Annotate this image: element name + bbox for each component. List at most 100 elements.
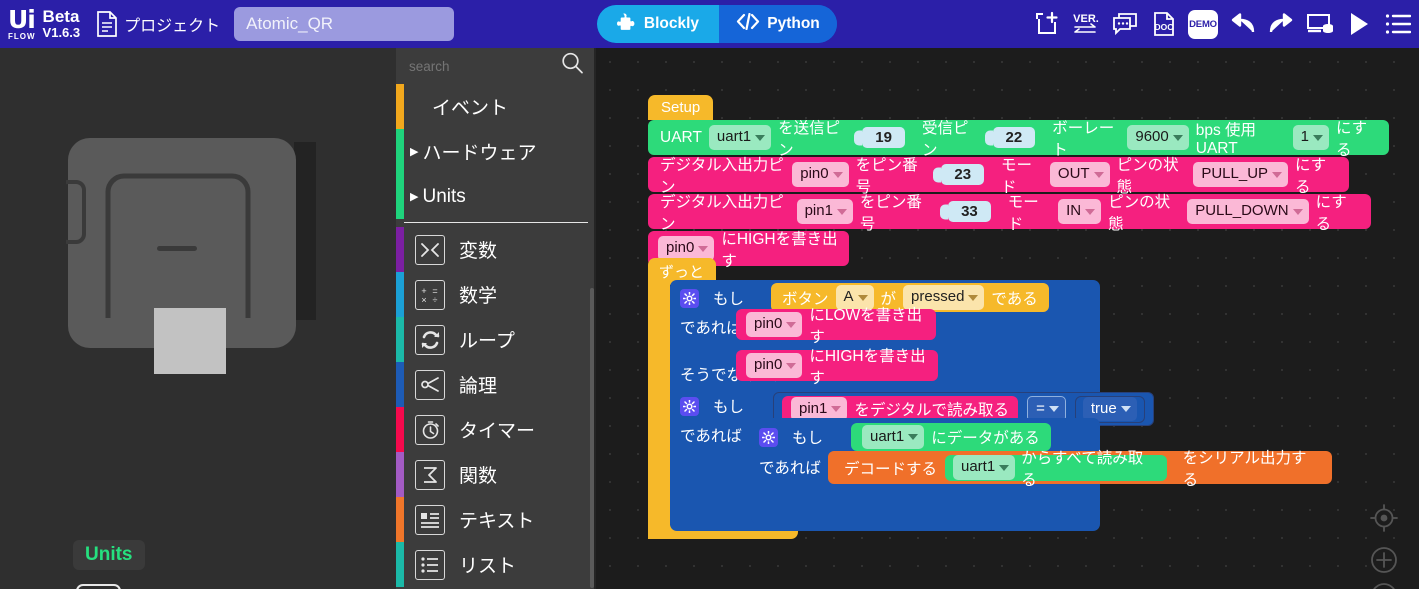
demo-icon[interactable]: DEMO [1188, 9, 1218, 39]
pin0-mode-dropdown[interactable]: OUT [1049, 162, 1110, 187]
write-low-pin-dropdown[interactable]: pin0 [746, 312, 803, 337]
add-unit-button[interactable] [76, 584, 121, 589]
zoom-in-icon[interactable] [1369, 545, 1399, 575]
block-pin-config-1[interactable]: デジタル入出力ピン pin1 をピン番号 33 モード IN ピンの状態 PUL… [648, 194, 1371, 233]
device-icon[interactable] [1305, 9, 1335, 39]
function-icon [415, 459, 445, 490]
pin1-mode-label: モード [1007, 193, 1039, 233]
chevron-down-icon [1292, 208, 1303, 215]
run-icon[interactable] [1344, 9, 1374, 39]
palette-category-functions[interactable]: 関数 [396, 452, 596, 497]
uart-any-port-value: uart1 [870, 427, 905, 445]
redo-icon[interactable] [1266, 9, 1296, 39]
uart-baud-dropdown[interactable]: 9600 [1127, 125, 1189, 150]
pin1-mode-dropdown[interactable]: IN [1058, 199, 1102, 224]
uart-port-dropdown[interactable]: uart1 [708, 125, 772, 150]
pin0-name-dropdown[interactable]: pin0 [792, 162, 849, 187]
palette-category-loops[interactable]: ループ [396, 317, 596, 362]
block-uart-setup[interactable]: UART uart1 を送信ピン 19 受信ピン 22 ボーレート 9600 b… [648, 120, 1389, 159]
top-bar: Ui FLOW Beta V1.6.3 プロジェクト Atomic_QR Blo… [0, 0, 1419, 48]
palette-category-label: 関数 [459, 466, 498, 487]
readall-port-dropdown[interactable]: uart1 [953, 455, 1016, 480]
palette-category-text[interactable]: テキスト [396, 497, 596, 542]
pin0-state-dropdown[interactable]: PULL_UP [1193, 162, 1289, 187]
version-label: V1.6.3 [42, 25, 81, 41]
zoom-out-icon[interactable] [1369, 581, 1399, 589]
category-stripe [396, 317, 404, 362]
write-low-pin-value: pin0 [754, 315, 783, 333]
pin1-state-dropdown[interactable]: PULL_DOWN [1187, 199, 1309, 224]
write-setup-pin-value: pin0 [666, 239, 695, 257]
inner-if-then-label: であれば [759, 460, 821, 477]
block-decode[interactable]: デコードする uart1 からすべて読み取る [838, 450, 1173, 489]
chevron-down-icon [968, 294, 979, 301]
block-digital-write-high[interactable]: pin0 にHIGHを書き出す [736, 348, 938, 387]
uart-baud-value: 9600 [1135, 128, 1169, 146]
chevron-down-icon [908, 434, 919, 440]
block-setup-hat[interactable]: Setup [648, 95, 714, 120]
tab-blockly[interactable]: Blockly [597, 5, 719, 43]
undo-icon[interactable] [1227, 9, 1257, 39]
chevron-down-icon [1048, 406, 1059, 412]
pin0-name-value: pin0 [800, 165, 829, 183]
blockly-workspace[interactable]: Setup UART uart1 を送信ピン 19 受信ピン 22 ボーレート … [596, 48, 1419, 589]
beta-label: Beta [42, 7, 80, 27]
palette-category-logic[interactable]: 論理 [396, 362, 596, 407]
uart-any-port-dropdown[interactable]: uart1 [862, 424, 925, 450]
block-uart-readall[interactable]: uart1 からすべて読み取る [945, 450, 1167, 489]
palette-category-label: イベント [432, 98, 509, 119]
palette-search-row [396, 48, 596, 84]
gear-icon[interactable] [759, 427, 778, 447]
search-input[interactable] [409, 58, 539, 74]
menu-icon[interactable] [1383, 9, 1413, 39]
pin1-number-field[interactable]: 33 [948, 201, 991, 222]
block-digital-write-low[interactable]: pin0 にLOWを書き出す [736, 307, 936, 346]
tab-python-label: Python [767, 15, 820, 32]
new-file-icon[interactable] [1032, 9, 1062, 39]
project-label: プロジェクト [124, 18, 221, 35]
variable-icon [415, 234, 445, 265]
palette-category-units[interactable]: ▶ Units [396, 174, 596, 219]
list-icon [415, 549, 445, 580]
version-icon[interactable]: VER. [1071, 9, 1101, 39]
block-serial-print[interactable]: デコードする uart1 からすべて読み取る をシリアル出力する [828, 450, 1332, 489]
pin0-number-field[interactable]: 23 [941, 164, 985, 185]
uart-rx-pin-field[interactable]: 22 [992, 127, 1036, 148]
if2-header: もし [680, 395, 744, 417]
category-stripe [396, 542, 404, 587]
pin1-name-dropdown[interactable]: pin1 [796, 199, 853, 224]
device-preview-panel: Units [0, 48, 396, 589]
doc-icon[interactable]: DOC [1149, 9, 1179, 39]
uart-tx-pin-field[interactable]: 19 [862, 127, 905, 148]
palette-category-timer[interactable]: タイマー [396, 407, 596, 452]
palette-category-label: リスト [459, 556, 517, 577]
if1-then-label: であれば [680, 320, 742, 337]
palette-category-math[interactable]: + = × ÷ 数学 [396, 272, 596, 317]
pin1-name-value: pin1 [804, 202, 833, 220]
write-high-text: にHIGHを書き出す [809, 347, 926, 387]
uart-number-dropdown[interactable]: 1 [1292, 125, 1329, 150]
palette-category-events[interactable]: イベント [396, 84, 596, 129]
palette-category-label: 論理 [459, 376, 498, 397]
project-name-input[interactable]: Atomic_QR [234, 7, 455, 41]
gear-icon[interactable] [680, 396, 699, 416]
gear-icon[interactable] [680, 288, 699, 308]
write-high-pin-dropdown[interactable]: pin0 [746, 353, 803, 378]
palette-category-lists[interactable]: リスト [396, 542, 596, 587]
if1-header: もし [680, 287, 744, 309]
pin1-mid: をピン番号 [859, 193, 922, 233]
comment-icon[interactable] [1110, 9, 1140, 39]
category-stripe [396, 452, 404, 497]
chevron-down-icon [1085, 208, 1096, 215]
svg-text:×: × [421, 295, 426, 305]
chevron-down-icon [832, 171, 843, 178]
tab-python[interactable]: Python [719, 5, 837, 43]
palette-category-hardware[interactable]: ▶ ハードウェア [396, 129, 596, 174]
block-pin-config-0[interactable]: デジタル入出力ピン pin0 をピン番号 23 モード OUT ピンの状態 PU… [648, 157, 1349, 196]
search-icon[interactable] [561, 52, 584, 80]
palette-category-variables[interactable]: 変数 [396, 227, 596, 272]
center-target-icon[interactable] [1369, 503, 1399, 533]
uart-rx-label: 受信ピン [921, 119, 969, 159]
timer-icon [415, 414, 445, 445]
app-logo[interactable]: Ui FLOW Beta V1.6.3 [8, 7, 80, 41]
